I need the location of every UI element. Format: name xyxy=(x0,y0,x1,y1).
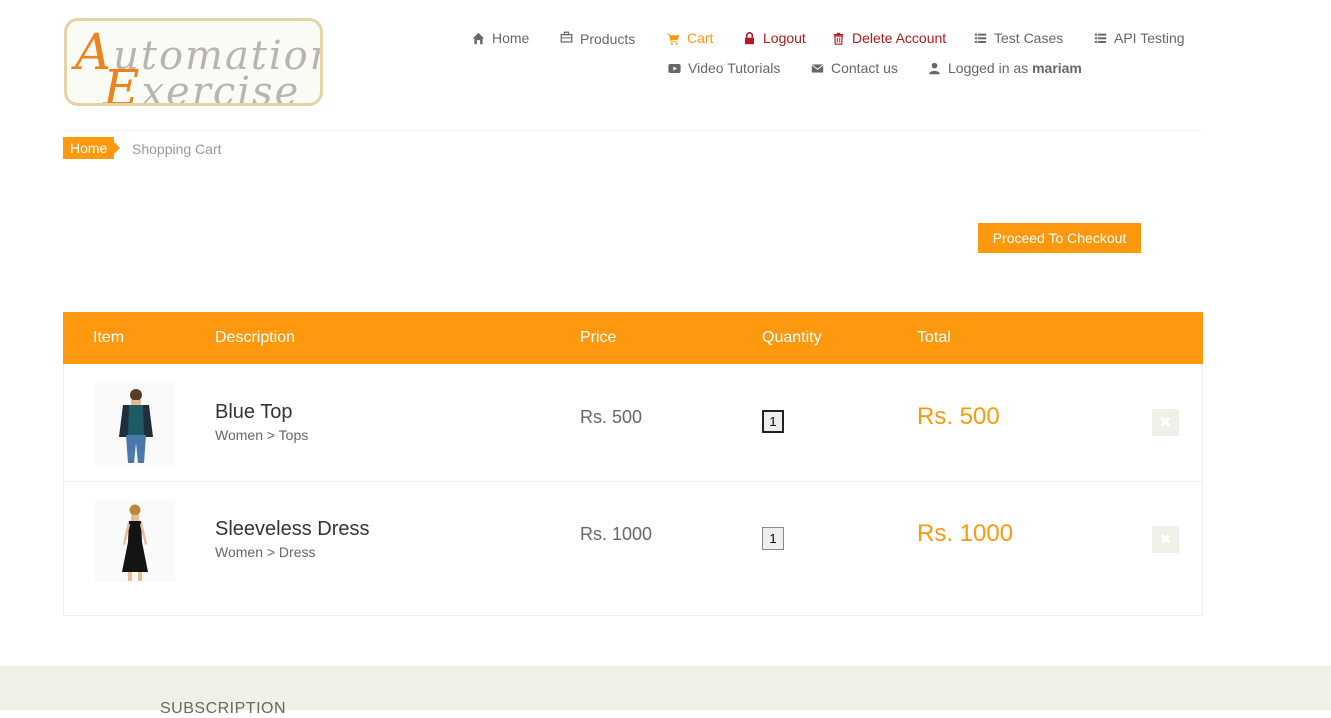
times-icon: ✖ xyxy=(1159,414,1172,430)
nav-delete-account-label: Delete Account xyxy=(852,30,947,46)
nav-cart[interactable]: Cart xyxy=(667,30,713,46)
nav-contact-us[interactable]: Contact us xyxy=(811,60,898,76)
nav-home[interactable]: Home xyxy=(472,30,529,46)
product-price: Rs. 500 xyxy=(580,407,643,427)
home-icon xyxy=(472,32,485,44)
header-divider xyxy=(63,130,1203,131)
column-quantity: Quantity xyxy=(762,329,822,346)
product-total: Rs. 500 xyxy=(917,403,1000,430)
nav-products[interactable]: Products xyxy=(560,29,636,47)
trash-icon xyxy=(833,32,844,45)
logo-line-2: Exercise xyxy=(103,59,301,106)
product-image-sleeveless-dress[interactable] xyxy=(95,500,175,582)
cart-row-blue-top: Blue Top Women > Tops Rs. 500 1 Rs. 500 … xyxy=(64,365,1202,482)
quantity-box: 1 xyxy=(762,527,784,550)
delete-item-button[interactable]: ✖ xyxy=(1152,409,1179,436)
product-image-blue-top[interactable] xyxy=(95,383,175,465)
column-price: Price xyxy=(580,329,617,346)
nav-home-label: Home xyxy=(492,30,530,46)
nav-test-cases[interactable]: Test Cases xyxy=(974,30,1063,46)
youtube-icon xyxy=(668,63,681,73)
nav-logout-label: Logout xyxy=(763,30,806,46)
nav-delete-account[interactable]: Delete Account xyxy=(832,30,946,46)
times-icon: ✖ xyxy=(1159,531,1172,547)
lock-icon xyxy=(745,31,754,44)
product-total: Rs. 1000 xyxy=(917,520,1014,547)
column-description: Description xyxy=(215,329,296,346)
nav-video-tutorials-label: Video Tutorials xyxy=(688,60,781,76)
product-category: Women > Tops xyxy=(215,427,309,443)
envelope-icon xyxy=(811,63,824,73)
nav-test-cases-label: Test Cases xyxy=(994,30,1064,46)
delete-item-button[interactable]: ✖ xyxy=(1152,526,1179,553)
nav-api-testing-label: API Testing xyxy=(1114,30,1185,46)
list-icon xyxy=(974,33,987,43)
breadcrumb-home[interactable]: Home xyxy=(63,137,121,159)
cart-table-header: Item Description Price Quantity Total xyxy=(63,312,1203,364)
nav-products-label: Products xyxy=(580,31,636,47)
nav-logout[interactable]: Logout xyxy=(743,30,806,46)
nav-cart-label: Cart xyxy=(687,30,714,46)
proceed-to-checkout-button[interactable]: Proceed To Checkout xyxy=(978,223,1141,253)
user-icon xyxy=(929,62,940,74)
nav-logged-in-label: Logged in as mariam xyxy=(948,60,1082,76)
footer: SUBSCRIPTION xyxy=(0,666,1331,717)
site-logo[interactable]: Automation Exercise xyxy=(64,18,323,106)
cart-row-sleeveless-dress: Sleeveless Dress Women > Dress Rs. 1000 … xyxy=(64,482,1202,598)
product-price: Rs. 1000 xyxy=(580,524,653,544)
username: mariam xyxy=(1032,60,1082,76)
nav-contact-us-label: Contact us xyxy=(831,60,898,76)
column-item: Item xyxy=(93,329,125,346)
nav-logged-in[interactable]: Logged in as mariam xyxy=(928,60,1082,76)
briefcase-icon xyxy=(560,31,573,43)
product-name[interactable]: Sleeveless Dress xyxy=(215,518,370,541)
breadcrumb-current: Shopping Cart xyxy=(132,141,222,157)
nav-api-testing[interactable]: API Testing xyxy=(1094,30,1185,46)
product-category: Women > Dress xyxy=(215,544,316,560)
nav-video-tutorials[interactable]: Video Tutorials xyxy=(668,60,780,76)
cart-table: Item Description Price Quantity Total Bl… xyxy=(63,312,1203,616)
list-icon xyxy=(1094,33,1107,43)
subscription-title: SUBSCRIPTION xyxy=(160,700,287,717)
product-name[interactable]: Blue Top xyxy=(215,401,292,424)
column-total: Total xyxy=(917,329,951,346)
quantity-box: 1 xyxy=(762,410,784,433)
cart-icon xyxy=(667,33,680,45)
